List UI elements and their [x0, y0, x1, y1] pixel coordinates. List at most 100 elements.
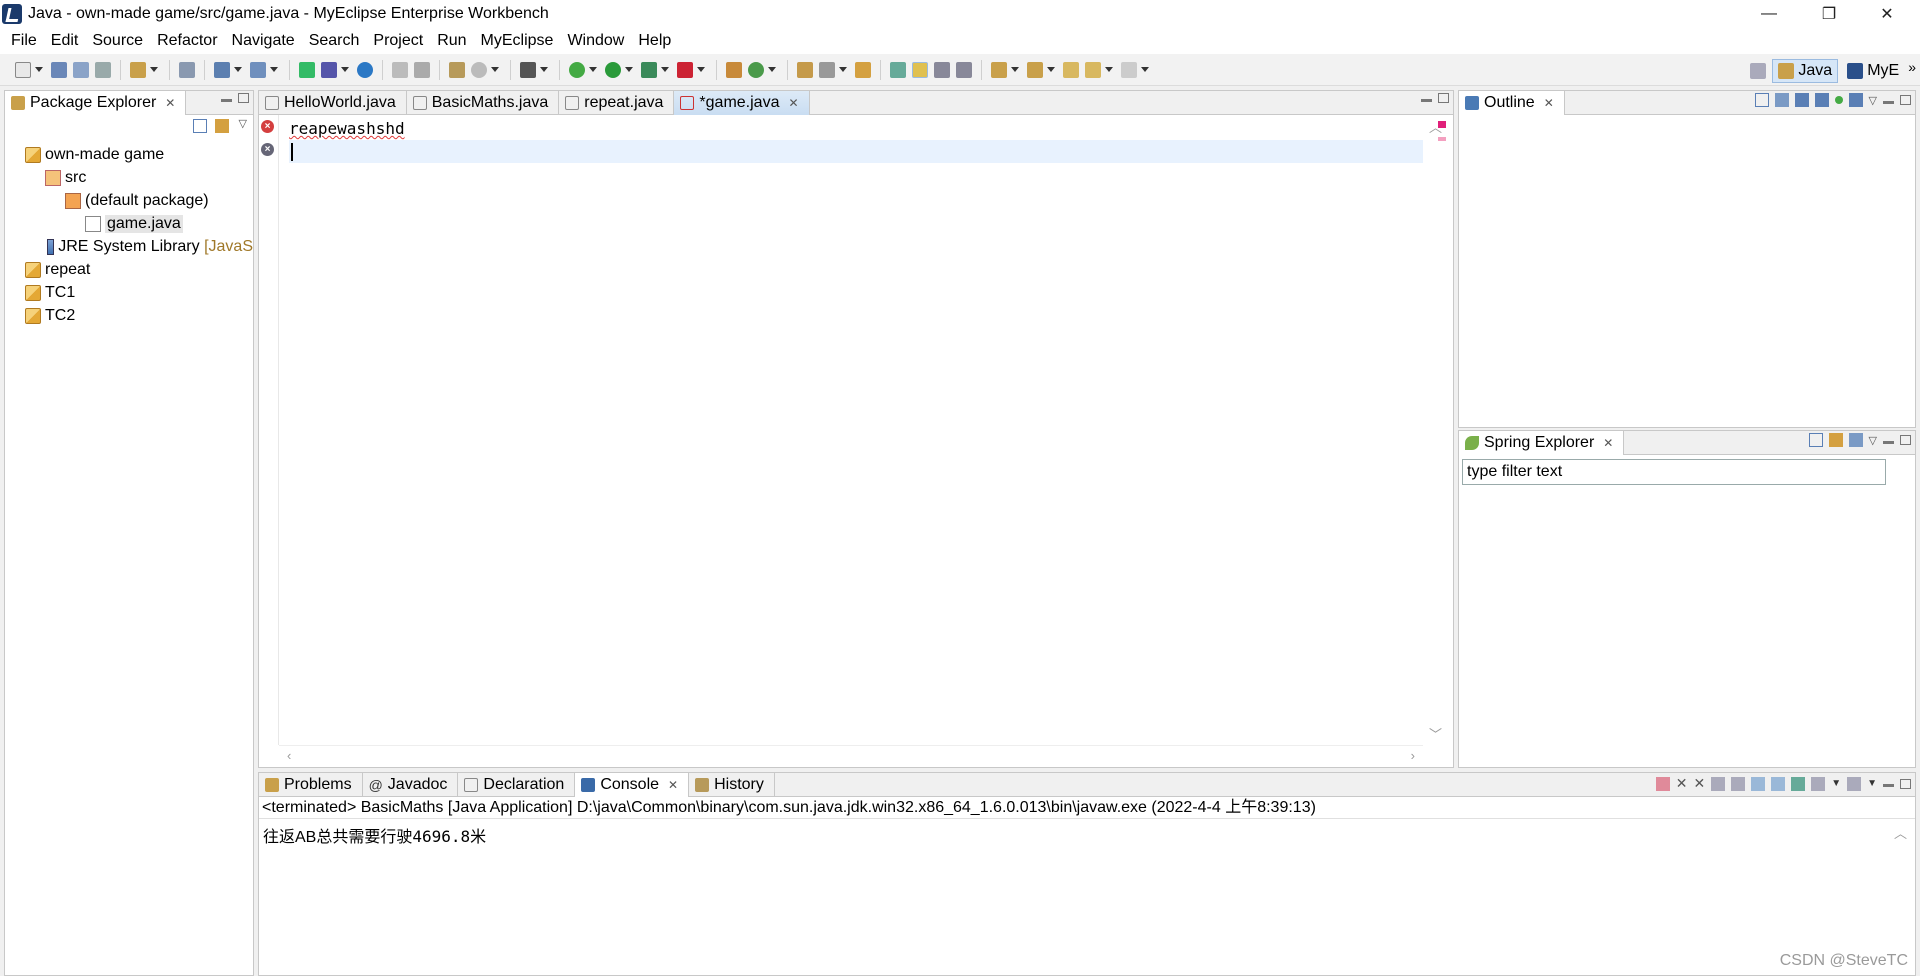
print-icon[interactable]: [95, 61, 111, 78]
uml-icon[interactable]: [392, 61, 408, 78]
open-type-dropdown-icon[interactable]: [150, 67, 158, 72]
code-text[interactable]: reapewashshd: [289, 117, 1423, 163]
open-console-icon[interactable]: [1847, 776, 1862, 791]
close-icon[interactable]: ✕: [1544, 96, 1554, 110]
toggle-breadcrumb-icon[interactable]: [890, 61, 906, 78]
menu-navigate[interactable]: Navigate: [225, 32, 302, 50]
tab-history[interactable]: History: [689, 773, 775, 796]
next-annotation-icon[interactable]: [991, 61, 1007, 78]
camera-dropdown-icon[interactable]: [540, 67, 548, 72]
hide-nonpublic-icon[interactable]: [1834, 96, 1843, 104]
remove-launch-icon[interactable]: ✕: [1676, 775, 1688, 792]
close-button[interactable]: ✕: [1858, 0, 1916, 28]
maximize-icon[interactable]: [1900, 778, 1911, 789]
spring-filter-input[interactable]: [1462, 459, 1886, 485]
remove-all-launches-icon[interactable]: ✕: [1693, 775, 1705, 792]
maximize-icon[interactable]: [1438, 93, 1449, 103]
close-icon[interactable]: ✕: [1603, 436, 1613, 450]
tree-item-tc2[interactable]: TC2: [5, 304, 253, 327]
scroll-left-icon[interactable]: ‹: [287, 748, 291, 763]
browser-icon[interactable]: [357, 61, 373, 78]
perspective-java[interactable]: Java: [1772, 59, 1839, 83]
hide-local-types-icon[interactable]: [1848, 93, 1863, 107]
tree-item-src[interactable]: src: [5, 166, 253, 189]
tab-problems[interactable]: Problems: [259, 773, 363, 796]
menu-help[interactable]: Help: [631, 32, 678, 50]
sort-icon[interactable]: [1774, 93, 1789, 107]
minimize-icon[interactable]: [1883, 784, 1894, 787]
show-on-stdout-icon[interactable]: [1751, 776, 1766, 791]
menu-source[interactable]: Source: [85, 32, 150, 50]
open-folder-icon[interactable]: [855, 61, 871, 78]
menu-project[interactable]: Project: [366, 32, 430, 50]
view-menu-icon[interactable]: ▽: [239, 117, 247, 130]
tab-javadoc[interactable]: @ Javadoc: [362, 773, 459, 796]
close-icon[interactable]: ✕: [165, 96, 175, 110]
back-icon[interactable]: [1085, 61, 1101, 78]
view-menu-icon[interactable]: ▽: [1869, 94, 1877, 107]
ejb-dropdown-icon[interactable]: [270, 67, 278, 72]
tab-game-java[interactable]: *game.java ✕: [674, 91, 810, 115]
image-editor-icon[interactable]: [414, 61, 430, 78]
deploy-icon[interactable]: [299, 61, 315, 78]
forward-dropdown-icon[interactable]: [1141, 67, 1149, 72]
error-marker-icon[interactable]: ×: [261, 143, 274, 156]
server-start-icon[interactable]: [321, 61, 337, 78]
open-perspective-icon[interactable]: [1750, 63, 1767, 79]
maximize-icon[interactable]: [1900, 435, 1911, 445]
tab-declaration[interactable]: Declaration: [458, 773, 576, 796]
tree-item-default-package[interactable]: (default package): [5, 189, 253, 212]
more-perspectives-icon[interactable]: »: [1908, 59, 1916, 75]
tab-helloworld-java[interactable]: HelloWorld.java: [259, 91, 407, 114]
save-all-icon[interactable]: [73, 61, 89, 78]
open-type-icon[interactable]: [130, 61, 146, 78]
tab-basicmaths-java[interactable]: BasicMaths.java: [406, 91, 560, 114]
run-icon[interactable]: [605, 61, 621, 78]
run-external-icon[interactable]: [641, 61, 657, 78]
minimize-button[interactable]: —: [1740, 0, 1798, 28]
java-browsing-dropdown-icon[interactable]: [491, 67, 499, 72]
show-whitespace-icon[interactable]: [956, 61, 972, 78]
tab-package-explorer[interactable]: Package Explorer ✕: [5, 91, 187, 115]
tree-item-jre-library[interactable]: JRE System Library [JavaS: [5, 235, 253, 258]
console-output[interactable]: 往返AB总共需要行驶4696.8米: [259, 819, 1915, 851]
web-project-dropdown-icon[interactable]: [234, 67, 242, 72]
scroll-down-icon[interactable]: ﹀: [1429, 724, 1442, 743]
debug-icon[interactable]: [569, 61, 585, 78]
view-menu-icon[interactable]: ▽: [1869, 434, 1877, 447]
link-with-editor-icon[interactable]: [1828, 433, 1843, 447]
coverage-dropdown-icon[interactable]: [697, 67, 705, 72]
tree-item-game-java[interactable]: game.java: [5, 212, 253, 235]
close-icon[interactable]: ✕: [788, 96, 798, 110]
prev-annotation-dropdown-icon[interactable]: [1047, 67, 1055, 72]
next-annotation-dropdown-icon[interactable]: [1011, 67, 1019, 72]
tab-repeat-java[interactable]: repeat.java: [559, 91, 675, 114]
error-marker-icon[interactable]: ×: [261, 120, 274, 133]
show-on-stderr-icon[interactable]: [1771, 776, 1786, 791]
link-with-editor-icon[interactable]: [215, 119, 229, 133]
server-icon[interactable]: [179, 61, 195, 78]
minimize-icon[interactable]: [1421, 98, 1432, 102]
forward-icon[interactable]: [1121, 61, 1137, 78]
minimize-icon[interactable]: [1883, 440, 1894, 444]
tab-console[interactable]: Console ✕: [575, 773, 690, 797]
overview-error-marker[interactable]: [1438, 121, 1446, 128]
overview-warning-marker[interactable]: [1438, 137, 1446, 141]
menu-run[interactable]: Run: [430, 32, 473, 50]
open-project-icon[interactable]: [797, 61, 813, 78]
coverage-icon[interactable]: [677, 61, 693, 78]
hide-fields-icon[interactable]: [1794, 93, 1809, 107]
mark-occurrences-icon[interactable]: [912, 61, 928, 78]
perspective-myeclipse[interactable]: MyE: [1842, 60, 1904, 82]
new-ejb-icon[interactable]: [250, 61, 266, 78]
menu-myeclipse[interactable]: MyEclipse: [474, 32, 561, 50]
menu-edit[interactable]: Edit: [44, 32, 86, 50]
run-dropdown-icon[interactable]: [625, 67, 633, 72]
horizontal-scrollbar[interactable]: ‹ ›: [279, 745, 1423, 767]
back-dropdown-icon[interactable]: [1105, 67, 1113, 72]
java-browsing-icon[interactable]: [471, 61, 487, 78]
new-class-dropdown-icon[interactable]: [768, 67, 776, 72]
sort-icon[interactable]: [1848, 433, 1863, 447]
display-console-dropdown-icon[interactable]: ▼: [1831, 778, 1841, 789]
search-tool-icon[interactable]: [819, 61, 835, 78]
